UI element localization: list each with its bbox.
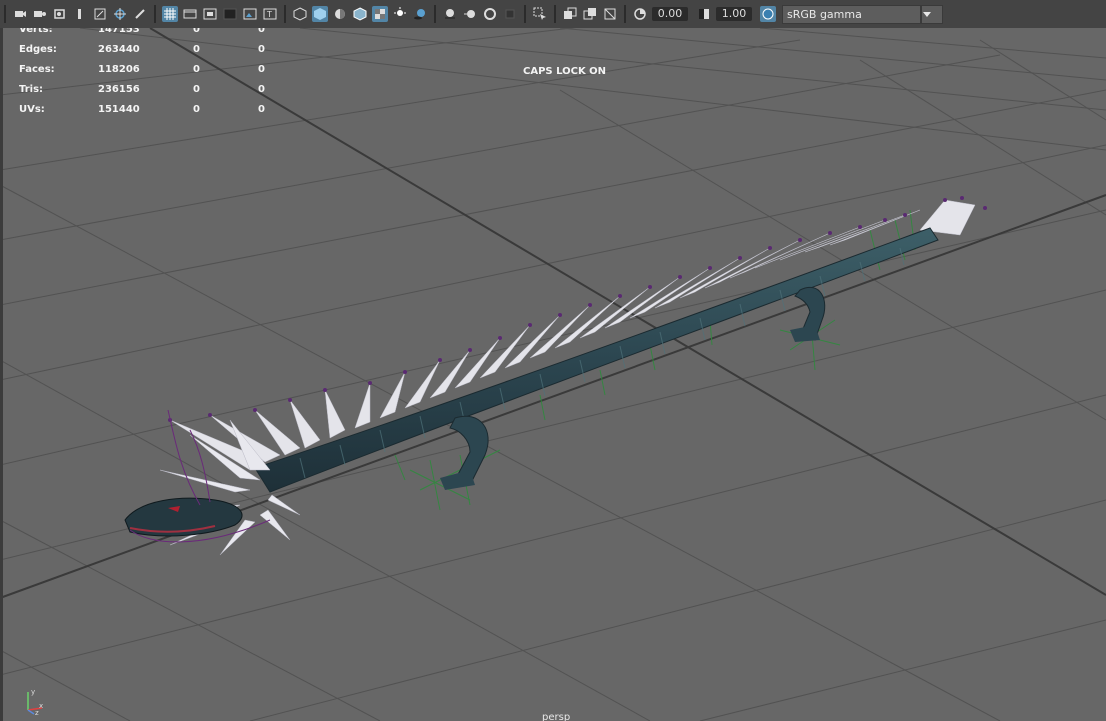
hud-value: 0 (258, 104, 265, 115)
toolbar-separator (524, 5, 526, 23)
hud-value: 0 (258, 44, 265, 55)
shadows-icon[interactable] (412, 6, 428, 22)
hud-value: 0 (193, 104, 200, 115)
hud-value: 0 (193, 84, 200, 95)
hud-value: 236156 (98, 84, 140, 95)
hud-value: 0 (193, 64, 200, 75)
hud-label: Tris: (19, 84, 44, 95)
hud-label: UVs: (19, 104, 45, 115)
color-space-dropdown-button[interactable] (921, 4, 943, 24)
toolbar-separator (284, 5, 286, 23)
film-gate-icon[interactable] (182, 6, 198, 22)
dragon-front-claw (440, 470, 475, 490)
toolbar-separator (434, 5, 436, 23)
gamma-field[interactable]: 1.00 (716, 7, 752, 21)
wireframe-icon[interactable] (292, 6, 308, 22)
select-camera-icon[interactable] (12, 6, 28, 22)
anti-aliasing-icon[interactable] (482, 6, 498, 22)
maya-viewport-window: T 0.00 1.00 sRGB gamma Verts: 147153 0 0… (0, 0, 1106, 721)
camera-name-label: persp (542, 712, 571, 721)
isolate-select-icon[interactable] (532, 6, 548, 22)
exposure-icon[interactable] (632, 6, 648, 22)
xray-components-icon[interactable] (602, 6, 618, 22)
viewport-scene (0, 19, 1106, 721)
shaded-wireframe-icon[interactable] (352, 6, 368, 22)
svg-text:T: T (266, 10, 272, 19)
depth-of-field-icon[interactable] (502, 6, 518, 22)
hud-value: 0 (258, 64, 265, 75)
gate-mask-icon[interactable] (222, 6, 238, 22)
toolbar-separator (154, 5, 156, 23)
hud-label: Edges: (19, 44, 57, 55)
default-material-icon[interactable] (332, 6, 348, 22)
camera-attributes-icon[interactable] (32, 6, 48, 22)
dragon-spines (169, 199, 976, 471)
dropdown-icon (923, 12, 931, 17)
xray-icon[interactable] (562, 6, 578, 22)
color-management-icon[interactable] (760, 6, 776, 22)
grid-icon[interactable] (162, 6, 178, 22)
view-axis-gizmo: y x z (27, 688, 43, 716)
viewport-panel-toolbar: T 0.00 1.00 sRGB gamma (0, 0, 1106, 28)
viewport-left-border (0, 28, 3, 721)
hud-label: Faces: (19, 64, 55, 75)
toolbar-separator (4, 5, 6, 23)
field-chart-icon[interactable] (242, 6, 258, 22)
hud-value: 0 (193, 44, 200, 55)
axis-z-label: z (35, 709, 39, 716)
hud-value: 263440 (98, 44, 140, 55)
ambient-occlusion-icon[interactable] (442, 6, 458, 22)
smooth-shade-icon[interactable] (312, 6, 328, 22)
hud-value: 118206 (98, 64, 140, 75)
caps-lock-indicator: CAPS LOCK ON (523, 66, 607, 77)
safe-title-icon[interactable]: T (262, 6, 278, 22)
hud-value: 0 (258, 84, 265, 95)
axis-x-label: x (39, 702, 43, 710)
xray-joints-icon[interactable] (582, 6, 598, 22)
grease-pencil-icon[interactable] (112, 6, 128, 22)
dragon-body (254, 227, 939, 493)
3d-viewport[interactable] (0, 0, 1106, 721)
image-plane-icon[interactable] (72, 6, 88, 22)
toolbar-separator (554, 5, 556, 23)
toolbar-separator (624, 5, 626, 23)
gamma-icon[interactable] (696, 6, 712, 22)
textured-icon[interactable] (372, 6, 388, 22)
lights-icon[interactable] (392, 6, 408, 22)
color-space-value: sRGB gamma (787, 7, 862, 21)
dragon-back-claw (790, 325, 820, 342)
hud-value: 151440 (98, 104, 140, 115)
motion-blur-icon[interactable] (462, 6, 478, 22)
axis-y-label: y (31, 688, 35, 696)
bookmarks-icon[interactable] (52, 6, 68, 22)
resolution-gate-icon[interactable] (202, 6, 218, 22)
color-space-select[interactable]: sRGB gamma (782, 4, 921, 24)
pencil-icon[interactable] (132, 6, 148, 22)
exposure-field[interactable]: 0.00 (652, 7, 688, 21)
2d-pan-zoom-icon[interactable] (92, 6, 108, 22)
